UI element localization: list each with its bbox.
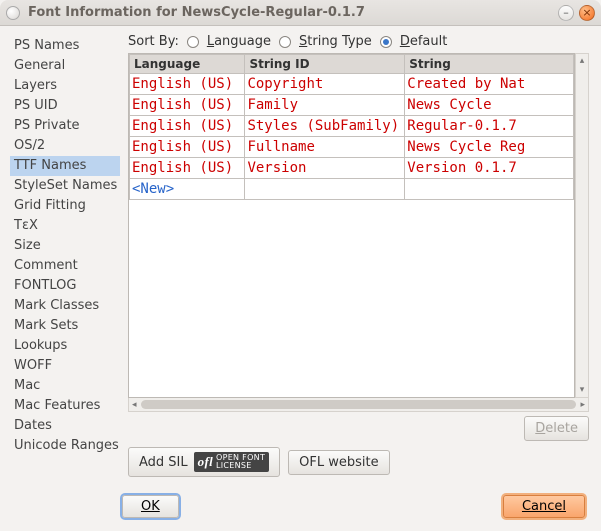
- col-header-language[interactable]: Language: [130, 55, 245, 74]
- cell-str[interactable]: Created by Nat: [405, 74, 574, 95]
- sidebar-item-t-x[interactable]: TεX: [10, 216, 120, 236]
- cell-id[interactable]: Fullname: [245, 137, 405, 158]
- ofl-badge-line2: LICENSE: [216, 462, 265, 470]
- ofl-website-label: OFL website: [299, 455, 378, 470]
- table-wrap: LanguageString IDStringEnglish (US)Copyr…: [128, 53, 589, 398]
- cell-id[interactable]: Styles (SubFamily): [245, 116, 405, 137]
- sidebar-item-os-2[interactable]: OS/2: [10, 136, 120, 156]
- sort-label-language[interactable]: Language: [207, 34, 271, 49]
- sidebar-item-lookups[interactable]: Lookups: [10, 336, 120, 356]
- cell-str[interactable]: News Cycle: [405, 95, 574, 116]
- window-controls: – ×: [558, 5, 595, 21]
- ok-label: OK: [141, 499, 160, 514]
- action-row: Add SIL ofl OPEN FONT LICENSE OFL websit…: [128, 447, 589, 477]
- sidebar-item-grid-fitting[interactable]: Grid Fitting: [10, 196, 120, 216]
- cell-lang[interactable]: English (US): [130, 74, 245, 95]
- delete-label: Delete: [535, 421, 578, 436]
- sort-radio-language[interactable]: [187, 36, 199, 48]
- sidebar-item-mac-features[interactable]: Mac Features: [10, 396, 120, 416]
- sidebar-item-ps-uid[interactable]: PS UID: [10, 96, 120, 116]
- cell-str[interactable]: Regular-0.1.7: [405, 116, 574, 137]
- cell-id[interactable]: Version: [245, 158, 405, 179]
- sort-label-string-type[interactable]: String Type: [299, 34, 372, 49]
- sidebar-item-size[interactable]: Size: [10, 236, 120, 256]
- sidebar-item-mark-classes[interactable]: Mark Classes: [10, 296, 120, 316]
- ofl-website-button[interactable]: OFL website: [288, 450, 389, 475]
- sort-radio-default[interactable]: [380, 36, 392, 48]
- table-row[interactable]: English (US)FullnameNews Cycle Reg: [130, 137, 574, 158]
- add-sil-button[interactable]: Add SIL ofl OPEN FONT LICENSE: [128, 447, 280, 477]
- sidebar-item-mac[interactable]: Mac: [10, 376, 120, 396]
- col-header-string[interactable]: String: [405, 55, 574, 74]
- sidebar-item-styleset-names[interactable]: StyleSet Names: [10, 176, 120, 196]
- sidebar-item-ps-private[interactable]: PS Private: [10, 116, 120, 136]
- close-icon: ×: [582, 7, 591, 18]
- scroll-up-icon: ▴: [580, 56, 585, 66]
- sidebar-item-unicode-ranges[interactable]: Unicode Ranges: [10, 436, 120, 456]
- sidebar-item-fontlog[interactable]: FONTLOG: [10, 276, 120, 296]
- cell-str[interactable]: News Cycle Reg: [405, 137, 574, 158]
- names-table: LanguageString IDStringEnglish (US)Copyr…: [129, 54, 574, 200]
- content-area: PS NamesGeneralLayersPS UIDPS PrivateOS/…: [0, 26, 601, 481]
- new-cell[interactable]: <New>: [130, 179, 245, 200]
- titlebar: Font Information for NewsCycle-Regular-0…: [0, 0, 601, 26]
- footer: OK Cancel: [0, 481, 601, 531]
- vertical-scrollbar[interactable]: ▴ ▾: [575, 53, 589, 398]
- scroll-right-icon: ▸: [580, 400, 585, 410]
- cell-lang[interactable]: English (US): [130, 137, 245, 158]
- cancel-label: Cancel: [522, 499, 566, 514]
- sidebar-item-layers[interactable]: Layers: [10, 76, 120, 96]
- app-icon: [6, 6, 20, 20]
- table-box: LanguageString IDStringEnglish (US)Copyr…: [128, 53, 575, 398]
- main-panel: Sort By: Language String Type Default Lang…: [124, 26, 601, 481]
- cell-lang[interactable]: English (US): [130, 95, 245, 116]
- sidebar-item-mark-sets[interactable]: Mark Sets: [10, 316, 120, 336]
- ok-button[interactable]: OK: [122, 495, 179, 518]
- cell-id[interactable]: Family: [245, 95, 405, 116]
- ofl-badge-icon: ofl OPEN FONT LICENSE: [194, 452, 270, 472]
- cell-str[interactable]: Version 0.1.7: [405, 158, 574, 179]
- cell-id[interactable]: Copyright: [245, 74, 405, 95]
- minimize-icon: –: [563, 7, 569, 18]
- sort-radio-string-type[interactable]: [279, 36, 291, 48]
- new-row[interactable]: <New>: [130, 179, 574, 200]
- delete-button: Delete: [524, 416, 589, 441]
- add-sil-label: Add SIL: [139, 455, 188, 470]
- col-header-string-id[interactable]: String ID: [245, 55, 405, 74]
- sidebar-item-dates[interactable]: Dates: [10, 416, 120, 436]
- table-row[interactable]: English (US)CopyrightCreated by Nat: [130, 74, 574, 95]
- sidebar-item-woff[interactable]: WOFF: [10, 356, 120, 376]
- scroll-left-icon: ◂: [132, 400, 137, 410]
- minimize-button[interactable]: –: [558, 5, 574, 21]
- cell-lang[interactable]: English (US): [130, 158, 245, 179]
- sidebar-item-comment[interactable]: Comment: [10, 256, 120, 276]
- table-row[interactable]: English (US)FamilyNews Cycle: [130, 95, 574, 116]
- scroll-down-icon: ▾: [580, 385, 585, 395]
- cancel-button[interactable]: Cancel: [503, 495, 585, 518]
- sort-label-default[interactable]: Default: [400, 34, 448, 49]
- sidebar: PS NamesGeneralLayersPS UIDPS PrivateOS/…: [0, 26, 124, 481]
- window-title: Font Information for NewsCycle-Regular-0…: [28, 5, 558, 20]
- sidebar-item-ps-names[interactable]: PS Names: [10, 36, 120, 56]
- scrollbar-thumb[interactable]: [141, 400, 576, 409]
- cell-lang[interactable]: English (US): [130, 116, 245, 137]
- close-button[interactable]: ×: [579, 5, 595, 21]
- sort-row: Sort By: Language String Type Default: [128, 34, 589, 49]
- table-row[interactable]: English (US)Styles (SubFamily)Regular-0.…: [130, 116, 574, 137]
- sidebar-item-general[interactable]: General: [10, 56, 120, 76]
- table-row[interactable]: English (US)VersionVersion 0.1.7: [130, 158, 574, 179]
- horizontal-scrollbar[interactable]: ◂ ▸: [128, 398, 589, 412]
- sort-label: Sort By:: [128, 34, 179, 49]
- sidebar-item-ttf-names[interactable]: TTF Names: [10, 156, 120, 176]
